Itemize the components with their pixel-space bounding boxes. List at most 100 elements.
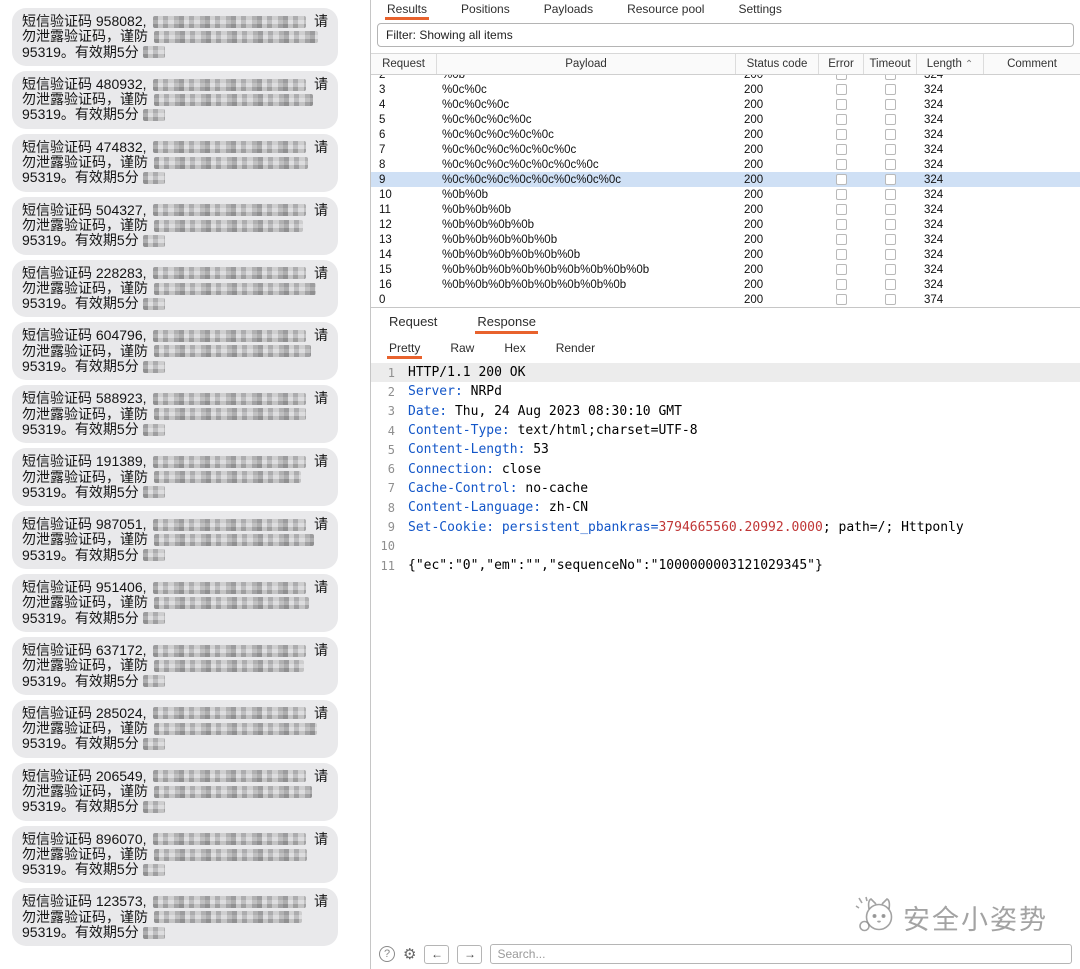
cell-length: 324 (924, 98, 944, 111)
timeout-checkbox[interactable] (885, 204, 896, 215)
cell-length: 324 (917, 75, 984, 82)
search-forward-button[interactable]: → (457, 944, 483, 964)
timeout-checkbox[interactable] (885, 174, 896, 185)
results-row[interactable]: 0 200 374 (371, 292, 1080, 307)
timeout-checkbox[interactable] (885, 99, 896, 110)
intruder-tab-bar: Results Positions Payloads Resource pool Set… (371, 0, 1080, 20)
error-checkbox[interactable] (836, 219, 847, 230)
error-checkbox[interactable] (836, 249, 847, 260)
tab-results[interactable]: Results (385, 0, 430, 20)
error-checkbox[interactable] (836, 159, 847, 170)
column-header-comment[interactable]: Comment (984, 54, 1080, 74)
results-row[interactable]: 5 %0c%0c%0c%0c 200 324 (371, 112, 1080, 127)
timeout-checkbox[interactable] (885, 279, 896, 290)
results-row[interactable]: 12 %0b%0b%0b%0b 200 324 (371, 217, 1080, 232)
column-header-status-code[interactable]: Status code (736, 54, 819, 74)
timeout-checkbox[interactable] (885, 129, 896, 140)
error-checkbox[interactable] (836, 234, 847, 245)
error-checkbox[interactable] (836, 129, 847, 140)
cell-timeout (864, 82, 917, 97)
search-input[interactable] (490, 944, 1072, 964)
results-row[interactable]: 10 %0b%0b 200 324 (371, 187, 1080, 202)
timeout-checkbox[interactable] (885, 114, 896, 125)
results-row[interactable]: 3 %0c%0c 200 324 (371, 82, 1080, 97)
response-line: 8 Content-Language: zh-CN (371, 498, 1080, 517)
sms-line-1-tail: 请 (314, 893, 328, 910)
results-row[interactable]: 6 %0c%0c%0c%0c%0c 200 324 (371, 127, 1080, 142)
timeout-checkbox[interactable] (885, 144, 896, 155)
results-row[interactable]: 9 %0c%0c%0c%0c%0c%0c%0c%0c 200 324 (371, 172, 1080, 187)
error-checkbox[interactable] (836, 279, 847, 290)
timeout-checkbox[interactable] (885, 294, 896, 305)
column-header-label: Length (926, 58, 962, 70)
sms-bubble: 短信验证码 637172, 请勿泄露验证码，谨防 95319。有效期5分 (12, 636, 338, 695)
cell-timeout (864, 187, 917, 202)
cell-timeout (864, 112, 917, 127)
timeout-checkbox[interactable] (885, 189, 896, 200)
timeout-checkbox[interactable] (885, 219, 896, 230)
tab-render[interactable]: Render (554, 335, 597, 361)
cell-error (819, 172, 864, 187)
sms-line-3: 95319。有效期5分 (22, 44, 328, 60)
tab-payloads[interactable]: Payloads (542, 0, 595, 20)
timeout-checkbox[interactable] (885, 249, 896, 260)
error-checkbox[interactable] (836, 264, 847, 275)
error-checkbox[interactable] (836, 144, 847, 155)
sms-code-text: 短信验证码 504327, (22, 201, 147, 218)
column-header-request[interactable]: Request (371, 54, 437, 74)
response-line: 1 HTTP/1.1 200 OK (371, 363, 1080, 383)
timeout-checkbox[interactable] (885, 159, 896, 170)
results-row[interactable]: 8 %0c%0c%0c%0c%0c%0c%0c 200 324 (371, 157, 1080, 172)
error-checkbox[interactable] (836, 99, 847, 110)
error-checkbox[interactable] (836, 114, 847, 125)
column-header-error[interactable]: Error (819, 54, 864, 74)
results-row[interactable]: 16 %0b%0b%0b%0b%0b%0b%0b%0b 200 324 (371, 277, 1080, 292)
error-checkbox[interactable] (836, 189, 847, 200)
redacted-region (154, 659, 304, 672)
error-checkbox[interactable] (836, 294, 847, 305)
cell-timeout (864, 157, 917, 172)
results-row[interactable]: 14 %0b%0b%0b%0b%0b%0b 200 324 (371, 247, 1080, 262)
column-header-payload[interactable]: Payload (437, 54, 736, 74)
timeout-checkbox[interactable] (885, 75, 896, 80)
timeout-checkbox[interactable] (885, 234, 896, 245)
filter-bar[interactable]: Filter: Showing all items (377, 23, 1074, 47)
results-row[interactable]: 7 %0c%0c%0c%0c%0c%0c 200 324 (371, 142, 1080, 157)
error-checkbox[interactable] (836, 84, 847, 95)
line-number: 7 (387, 481, 395, 496)
response-line-text: Server: NRPd (408, 384, 502, 400)
column-header-length[interactable]: Length ⌃ (917, 54, 984, 74)
error-checkbox[interactable] (836, 174, 847, 185)
timeout-checkbox[interactable] (885, 264, 896, 275)
results-row[interactable]: 4 %0c%0c%0c 200 324 (371, 97, 1080, 112)
results-row[interactable]: 11 %0b%0b%0b 200 324 (371, 202, 1080, 217)
sms-bubble: 短信验证码 123573, 请勿泄露验证码，谨防 95319。有效期5分 (12, 888, 338, 947)
tab-response[interactable]: Response (475, 308, 538, 335)
tab-hex[interactable]: Hex (502, 335, 527, 361)
tab-settings[interactable]: Settings (736, 0, 783, 20)
sms-line-2: 勿泄露验证码，谨防 (22, 783, 328, 799)
results-row[interactable]: 13 %0b%0b%0b%0b%0b 200 324 (371, 232, 1080, 247)
tab-request[interactable]: Request (387, 308, 439, 335)
tab-positions[interactable]: Positions (459, 0, 512, 20)
sms-bubble: 短信验证码 228283, 请勿泄露验证码，谨防 95319。有效期5分 (12, 259, 338, 318)
tab-raw[interactable]: Raw (448, 335, 476, 361)
cell-status-code: 200 (744, 248, 764, 261)
column-header-timeout[interactable]: Timeout (864, 54, 917, 74)
gear-icon[interactable]: ⚙ (403, 947, 416, 962)
cell-status-code: 200 (744, 263, 764, 276)
tab-resource-pool[interactable]: Resource pool (625, 0, 706, 20)
help-icon[interactable]: ? (379, 946, 395, 962)
tab-pretty[interactable]: Pretty (387, 335, 423, 361)
cell-payload: %0b%0b%0b%0b%0b%0b%0b%0b%0b (442, 263, 650, 276)
error-checkbox[interactable] (836, 204, 847, 215)
results-row[interactable]: 2%0b200 324 (371, 75, 1080, 82)
sms-code-text: 短信验证码 896070, (22, 830, 147, 847)
sms-line-1-tail: 请 (314, 579, 328, 596)
results-row[interactable]: 15 %0b%0b%0b%0b%0b%0b%0b%0b%0b 200 324 (371, 262, 1080, 277)
timeout-checkbox[interactable] (885, 84, 896, 95)
search-back-button[interactable]: ← (424, 944, 450, 964)
sms-line-2: 勿泄露验证码，谨防 (22, 657, 328, 673)
sms-line-1: 短信验证码 637172, 请 (22, 642, 328, 658)
error-checkbox[interactable] (836, 75, 847, 80)
